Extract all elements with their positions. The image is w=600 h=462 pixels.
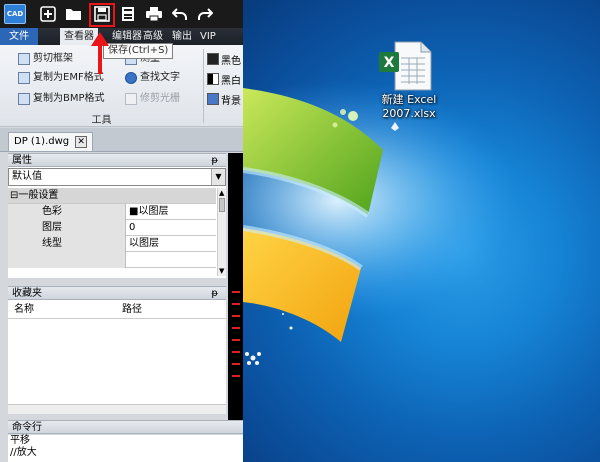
drawing-canvas[interactable] (228, 153, 243, 420)
property-key: 线型 (8, 236, 126, 252)
command-title-bar: 命令行 (8, 420, 243, 434)
property-value: 以图层 (129, 238, 159, 249)
trim-raster-button[interactable]: 修剪光栅 (125, 91, 180, 107)
background-button[interactable]: 背景 (207, 91, 241, 107)
title-bar: CAD (0, 0, 243, 28)
pin-icon[interactable]: ᵽ (211, 287, 218, 301)
pin-icon[interactable]: ᵽ (211, 154, 218, 168)
property-row-layer[interactable]: 图层 0 (8, 220, 216, 236)
copy-bmp-button[interactable]: 复制为BMP格式 (18, 91, 105, 107)
new-icon[interactable] (38, 4, 58, 24)
property-row-linetype[interactable]: 线型 以图层 (8, 236, 216, 252)
undo-icon[interactable] (170, 4, 190, 24)
find-text-label: 查找文字 (140, 72, 180, 83)
property-category[interactable]: ⊟一般设置 (8, 188, 216, 204)
print-icon[interactable] (144, 4, 164, 24)
favorites-horizontal-scrollbar[interactable] (8, 404, 226, 414)
annotation-arrow-icon (91, 32, 109, 74)
property-grid: ⊟一般设置 色彩 ■以图层 图层 0 线型 以图层 (8, 188, 216, 268)
trim-raster-label: 修剪光栅 (140, 93, 180, 104)
menu-file[interactable]: 文件 (0, 28, 38, 45)
property-key: 色彩 (8, 204, 126, 220)
property-key: 图层 (8, 220, 126, 236)
scroll-thumb[interactable] (219, 198, 225, 212)
black-icon (207, 53, 219, 65)
properties-select-value: 默认值 (12, 171, 42, 182)
black-button[interactable]: 黑色 (207, 51, 241, 67)
property-category-label: ⊟一般设置 (10, 190, 59, 201)
document-tab-strip: DP (1).dwg ✕ (0, 128, 243, 152)
excel-file-icon[interactable]: X (377, 40, 435, 92)
document-tab-label: DP (1).dwg (14, 136, 70, 147)
scroll-up-icon[interactable]: ▲ (219, 189, 224, 197)
document-tab[interactable]: DP (1).dwg ✕ (8, 132, 94, 151)
properties-panel: 属性 ᵽ 默认值 ▼ ⊟一般设置 色彩 ■以图层 图层 0 线型 以图层 ▲ ▼ (8, 153, 226, 278)
property-row-empty (8, 252, 216, 268)
windows-desktop[interactable]: X 新建 Excel 2007.xlsx (243, 0, 600, 462)
scroll-down-icon[interactable]: ▼ (219, 267, 224, 275)
black-label: 黑色 (221, 55, 241, 67)
column-path-header[interactable]: 路径 (122, 301, 142, 319)
command-line: //放大 (10, 447, 37, 458)
ribbon-divider (203, 49, 204, 123)
favorites-title-bar: 收藏夹 ᵽ (8, 286, 226, 300)
cad-application-window: CAD 文件 查看器 编辑器 高级 输出 VIP 剪切框架 复制为EMF格式 复… (0, 0, 243, 462)
copy-bmp-icon (18, 93, 30, 105)
properties-select[interactable]: 默认值 ▼ (8, 168, 226, 186)
favorites-panel: 收藏夹 ᵽ 名称 路径 (8, 286, 226, 414)
clip-frame-button[interactable]: 剪切框架 (18, 51, 73, 67)
background-label: 背景 (221, 95, 241, 107)
property-row-color[interactable]: 色彩 ■以图层 (8, 204, 216, 220)
excel-file-label[interactable]: 新建 Excel 2007.xlsx (361, 93, 457, 121)
save-tooltip: 保存(Ctrl+S) (103, 43, 174, 59)
command-line: 平移 (10, 435, 30, 446)
close-icon[interactable]: ✕ (75, 136, 88, 148)
find-text-icon (125, 72, 137, 84)
clip-frame-icon (18, 53, 30, 65)
properties-title-bar: 属性 ᵽ (8, 153, 226, 167)
svg-text:X: X (384, 55, 395, 71)
column-name-header[interactable]: 名称 (14, 301, 34, 319)
favorites-header: 名称 路径 (8, 301, 226, 319)
clip-frame-label: 剪切框架 (33, 53, 73, 64)
chevron-down-icon[interactable]: ▼ (211, 169, 225, 185)
command-title: 命令行 (12, 422, 42, 433)
trim-raster-icon (125, 93, 137, 105)
command-output[interactable]: 平移 //放大 (8, 435, 243, 462)
tools-group-label: 工具 (91, 115, 112, 126)
properties-scrollbar[interactable]: ▲ ▼ (217, 188, 226, 276)
black-white-icon (207, 73, 219, 85)
black-white-button[interactable]: 黑白 (207, 71, 241, 87)
properties-title: 属性 (12, 155, 32, 166)
favorites-title: 收藏夹 (12, 288, 42, 299)
save-as-icon[interactable] (118, 4, 138, 24)
app-logo[interactable]: CAD (4, 4, 26, 24)
black-white-label: 黑白 (221, 75, 241, 87)
menu-vip[interactable]: VIP (196, 28, 220, 45)
property-value: ■以图层 (129, 206, 169, 217)
copy-bmp-label: 复制为BMP格式 (33, 93, 105, 104)
background-icon (207, 93, 219, 105)
save-button-highlight (89, 3, 115, 27)
property-value: 0 (129, 222, 136, 233)
copy-emf-icon (18, 72, 30, 84)
find-text-button[interactable]: 查找文字 (125, 70, 180, 86)
redo-icon[interactable] (195, 4, 215, 24)
open-folder-icon[interactable] (64, 4, 84, 24)
